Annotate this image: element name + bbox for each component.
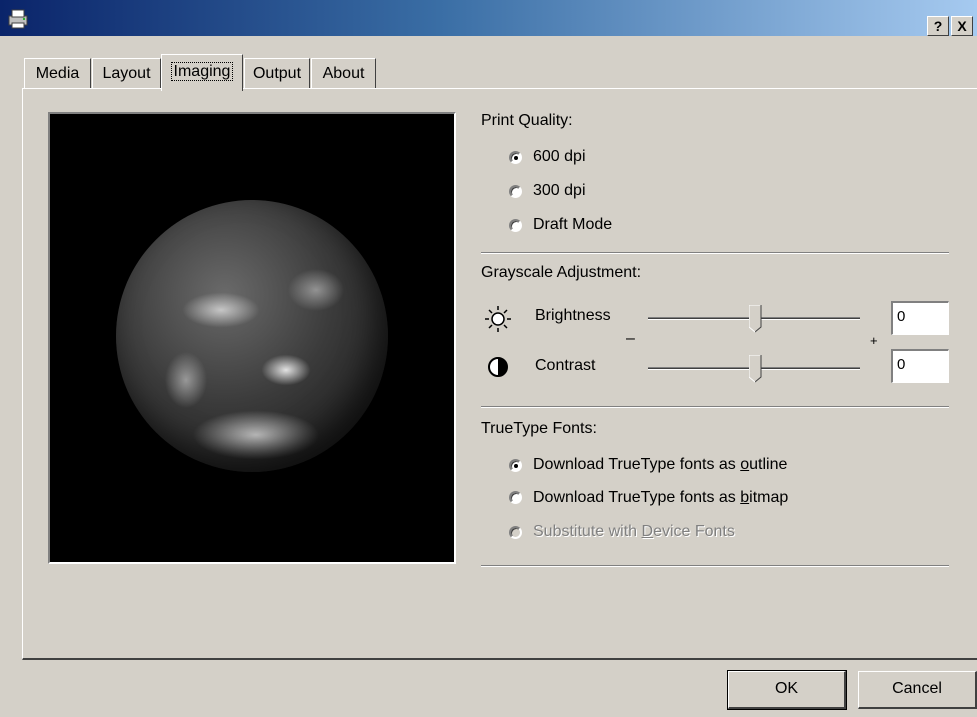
grayscale-label: Grayscale Adjustment: bbox=[481, 264, 642, 281]
radio-300dpi-label[interactable]: 300 dpi bbox=[533, 182, 586, 200]
radio-download-bitmap-label[interactable]: Download TrueType fonts as bitmap bbox=[533, 489, 788, 507]
tab-media-label: Media bbox=[35, 65, 80, 82]
truetype-label: TrueType Fonts: bbox=[481, 420, 597, 437]
tab-media[interactable]: Media bbox=[24, 58, 91, 89]
tab-output[interactable]: Output bbox=[244, 58, 310, 89]
help-button[interactable]: ? bbox=[927, 16, 949, 36]
radio-download-bitmap[interactable] bbox=[509, 491, 522, 504]
separator bbox=[481, 252, 949, 254]
radio-draft-mode[interactable] bbox=[509, 219, 522, 232]
radio-300dpi[interactable] bbox=[509, 185, 522, 198]
contrast-label: Contrast bbox=[535, 357, 596, 374]
print-quality-label: Print Quality: bbox=[481, 112, 573, 129]
tab-imaging[interactable]: Imaging bbox=[161, 54, 243, 91]
separator bbox=[481, 565, 949, 567]
contrast-icon bbox=[487, 356, 509, 378]
radio-600dpi-label[interactable]: 600 dpi bbox=[533, 148, 586, 166]
preview-image bbox=[48, 112, 456, 564]
brightness-label: Brightness bbox=[535, 307, 611, 324]
radio-600dpi[interactable] bbox=[509, 151, 522, 164]
tab-imaging-label: Imaging bbox=[170, 62, 234, 81]
radio-substitute-device-fonts-label: Substitute with Device Fonts bbox=[533, 523, 735, 540]
close-button[interactable]: X bbox=[951, 16, 973, 36]
earth-image bbox=[116, 200, 388, 472]
radio-draft-mode-label[interactable]: Draft Mode bbox=[533, 216, 612, 234]
separator bbox=[481, 406, 949, 408]
contrast-slider-thumb[interactable] bbox=[748, 354, 762, 383]
radio-download-outline[interactable] bbox=[509, 459, 522, 472]
contrast-value-field[interactable]: 0 bbox=[891, 349, 949, 383]
brightness-value-field[interactable]: 0 bbox=[891, 301, 949, 335]
tab-output-label: Output bbox=[252, 65, 302, 82]
brightness-slider-thumb[interactable] bbox=[748, 304, 762, 333]
radio-substitute-device-fonts bbox=[509, 526, 522, 539]
tab-about-label: About bbox=[322, 65, 365, 82]
title-bar bbox=[0, 0, 977, 36]
cancel-button[interactable]: Cancel bbox=[858, 671, 977, 709]
radio-download-outline-label[interactable]: Download TrueType fonts as outline bbox=[533, 456, 787, 474]
plus-label: + bbox=[870, 333, 878, 348]
tab-layout-label: Layout bbox=[102, 65, 151, 82]
minus-label: – bbox=[626, 330, 635, 347]
ok-button[interactable]: OK bbox=[727, 670, 847, 710]
tab-about[interactable]: About bbox=[311, 58, 376, 89]
tab-layout[interactable]: Layout bbox=[92, 58, 161, 89]
printer-icon bbox=[6, 8, 30, 30]
sun-icon bbox=[484, 305, 512, 333]
